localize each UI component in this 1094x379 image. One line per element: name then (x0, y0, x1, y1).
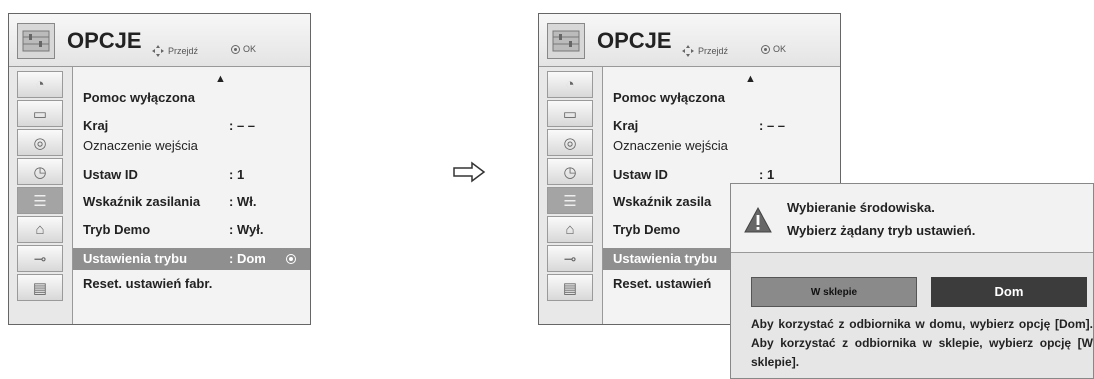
ok-icon (231, 44, 240, 54)
menu-item-help-off[interactable]: Pomoc wyłączona (83, 87, 229, 109)
menu-item-input-label[interactable]: Oznaczenie wejścia (83, 135, 229, 157)
menu-list: ▲ Pomoc wyłączona Kraj: – – Oznaczenie w… (73, 67, 310, 324)
category-sidebar: ◔ ▭ ◎ ◷ ☰ ⌂ ⊸ ▤ (9, 67, 73, 324)
options-header-icon (17, 23, 55, 59)
lock-icon[interactable]: ⌂ (17, 216, 63, 243)
options-header-icon (547, 23, 585, 59)
menu-item-country[interactable]: Kraj: – – (613, 115, 785, 137)
category-sidebar: ◔ ▭ ◎ ◷ ☰ ⌂ ⊸ ▤ (539, 67, 603, 324)
ok-hint: OK (231, 44, 256, 54)
home-mode-button[interactable]: Dom (931, 277, 1087, 307)
ok-icon (761, 44, 770, 54)
nav-hint-label: Przejdź (698, 46, 729, 56)
scroll-up-icon[interactable]: ▲ (745, 73, 756, 85)
ok-hint-label: OK (243, 44, 257, 54)
satellite-dish-icon[interactable]: ◔ (547, 71, 593, 98)
menu-item-input-label[interactable]: Oznaczenie wejścia (613, 135, 759, 157)
dpad-icon (151, 44, 165, 58)
nav-hint: Przejdź (151, 44, 198, 58)
media-icon[interactable]: ▤ (17, 274, 63, 301)
options-menu-left: OPCJE Przejdź OK ◔ ▭ ◎ ◷ ☰ ⌂ ⊸ ▤ ▲ Pomoc… (8, 13, 311, 325)
menu-item-country[interactable]: Kraj: – – (83, 115, 255, 137)
nav-hint-label: Przejdź (168, 46, 199, 56)
menu-item-demo-mode[interactable]: Tryb Demo: Wył. (83, 219, 263, 241)
speaker-icon[interactable]: ◎ (547, 129, 593, 156)
dialog-description: Aby korzystać z odbiornika w domu, wybie… (751, 317, 1093, 369)
monitor-icon[interactable]: ▭ (547, 100, 593, 127)
warning-icon (744, 206, 772, 233)
ok-hint: OK (761, 44, 786, 54)
next-step-arrow-icon (453, 161, 486, 183)
menu-title: OPCJE (597, 28, 672, 53)
menu-item-help-off[interactable]: Pomoc wyłączona (613, 87, 759, 109)
dialog-subtitle: Wybierz żądany tryb ustawień. (787, 223, 976, 238)
menu-item-mode-setting-selected[interactable]: Ustawienia trybu: Dom (73, 248, 310, 270)
menu-item-set-id[interactable]: Ustaw ID: 1 (83, 164, 244, 186)
input-plug-icon[interactable]: ⊸ (17, 245, 63, 272)
speaker-icon[interactable]: ◎ (17, 129, 63, 156)
environment-select-dialog: Wybieranie środowiska. Wybierz żądany tr… (730, 183, 1094, 379)
dialog-header: Wybieranie środowiska. Wybierz żądany tr… (731, 184, 1093, 253)
ok-hint-label: OK (773, 44, 787, 54)
shop-mode-button[interactable]: W sklepie (751, 277, 917, 307)
satellite-dish-icon[interactable]: ◔ (17, 71, 63, 98)
scroll-up-icon[interactable]: ▲ (215, 73, 226, 85)
menu-header: OPCJE Przejdź OK (9, 14, 310, 67)
ok-icon (286, 254, 296, 264)
media-icon[interactable]: ▤ (547, 274, 593, 301)
monitor-icon[interactable]: ▭ (17, 100, 63, 127)
menu-title: OPCJE (67, 28, 142, 53)
options-icon[interactable]: ☰ (547, 187, 593, 214)
clock-icon[interactable]: ◷ (547, 158, 593, 185)
dpad-icon (681, 44, 695, 58)
nav-hint: Przejdź (681, 44, 728, 58)
options-icon[interactable]: ☰ (17, 187, 63, 214)
clock-icon[interactable]: ◷ (17, 158, 63, 185)
input-plug-icon[interactable]: ⊸ (547, 245, 593, 272)
lock-icon[interactable]: ⌂ (547, 216, 593, 243)
menu-header: OPCJE Przejdź OK (539, 14, 840, 67)
dialog-title: Wybieranie środowiska. (787, 200, 935, 215)
menu-item-power-indicator[interactable]: Wskaźnik zasilania: Wł. (83, 191, 256, 213)
menu-item-factory-reset[interactable]: Reset. ustawień fabr. (83, 273, 229, 295)
